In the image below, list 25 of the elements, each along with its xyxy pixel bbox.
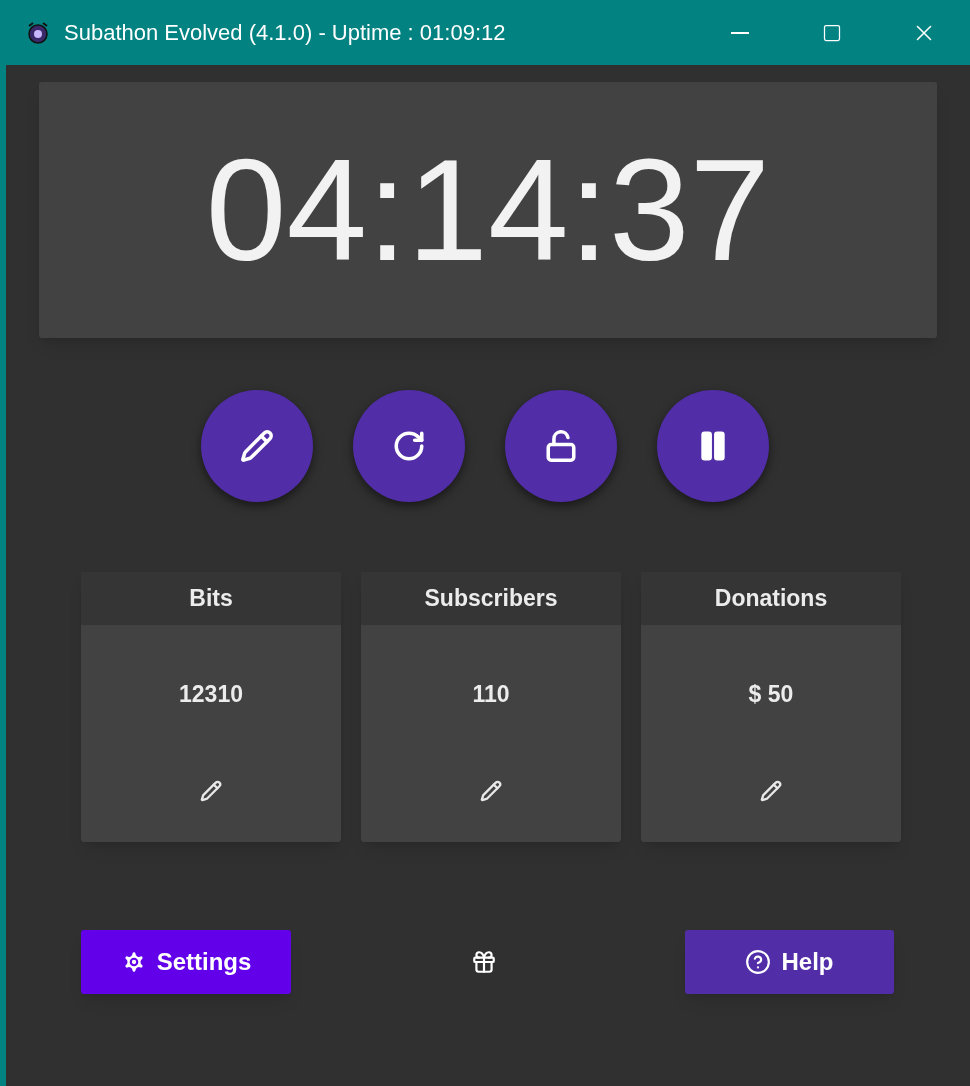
pencil-icon bbox=[240, 429, 274, 463]
counter-label: Bits bbox=[189, 584, 233, 614]
gift-icon bbox=[471, 949, 497, 975]
alarm-clock-icon bbox=[26, 20, 50, 45]
pencil-icon bbox=[760, 779, 782, 802]
reset-icon bbox=[392, 429, 426, 463]
gift-button[interactable] bbox=[471, 949, 497, 975]
minimize-icon bbox=[731, 31, 749, 34]
window-title: Subathon Evolved (4.1.0) - Uptime : 01:09:12 bbox=[64, 19, 506, 47]
unlocked-padlock-icon bbox=[544, 429, 578, 463]
counter-label: Subscribers bbox=[424, 584, 558, 614]
edit-button[interactable] bbox=[480, 779, 502, 802]
counter-value: $ 50 bbox=[748, 680, 794, 709]
counter-value: 110 bbox=[472, 680, 510, 709]
pencil-icon bbox=[200, 779, 222, 802]
maximize-icon bbox=[822, 22, 842, 43]
settings-button[interactable]: Settings bbox=[81, 930, 291, 994]
edit-button[interactable] bbox=[200, 779, 222, 802]
counter-label: Donations bbox=[714, 584, 828, 614]
counter-value: 12310 bbox=[179, 680, 243, 709]
edit-button[interactable] bbox=[760, 779, 782, 802]
pencil-icon bbox=[480, 779, 502, 802]
help-icon bbox=[745, 949, 772, 975]
help-button[interactable]: Help bbox=[685, 930, 894, 994]
timer-display: 04:14:37 bbox=[205, 137, 771, 283]
